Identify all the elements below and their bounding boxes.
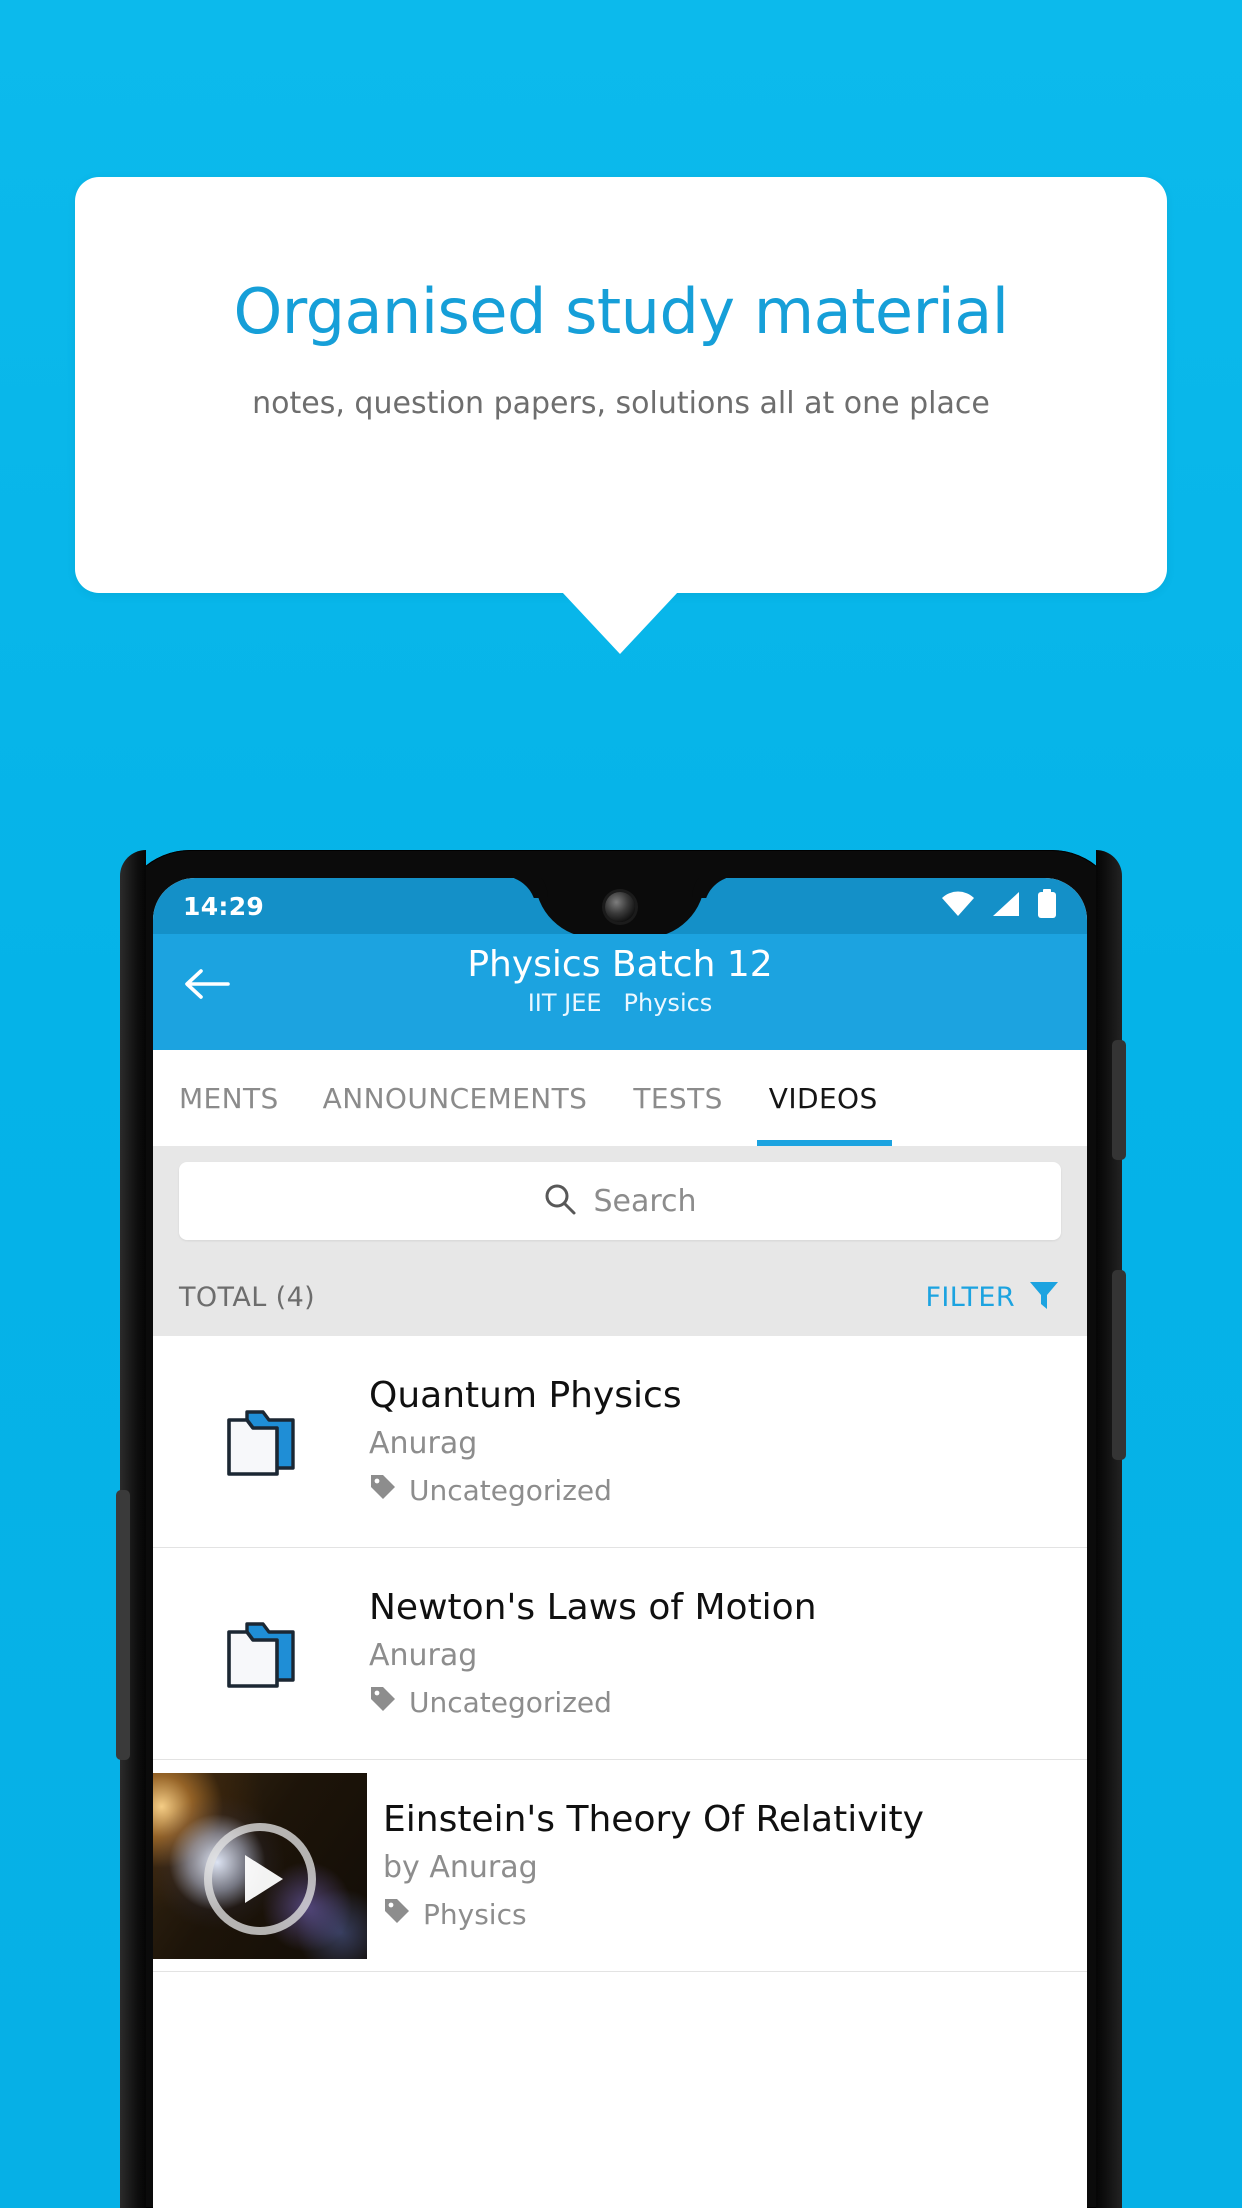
promo-title: Organised study material [233, 275, 1009, 348]
app-bar: Physics Batch 12 IIT JEE Physics [153, 934, 1087, 1050]
list-item-tag-label: Uncategorized [409, 1473, 612, 1507]
tag-icon [383, 1897, 411, 1932]
list-item-title: Newton's Laws of Motion [369, 1587, 817, 1629]
play-icon[interactable] [204, 1822, 316, 1935]
phone-notch [535, 878, 705, 938]
tab-tests[interactable]: TESTS [633, 1050, 722, 1146]
status-bar: 14:29 [153, 878, 1087, 938]
list-item-title: Quantum Physics [369, 1375, 682, 1417]
phone-screen: 14:29 Physics Batch 12 IIT JEE Physics M… [119, 850, 1121, 2208]
status-bar-icons [941, 889, 1057, 923]
list-item-text: Newton's Laws of Motion Anurag Uncategor… [369, 1581, 837, 1725]
filter-button[interactable]: FILTER [925, 1278, 1061, 1316]
page-title: Physics Batch 12 [467, 944, 773, 985]
tab-assignments[interactable]: MENTS [179, 1050, 279, 1146]
phone-mockup: 14:29 Physics Batch 12 IIT JEE Physics M… [116, 850, 1126, 2208]
search-icon [543, 1182, 577, 1220]
list-item-author: by Anurag [383, 1849, 538, 1885]
battery-icon [1037, 889, 1057, 923]
total-count-label: TOTAL (4) [179, 1281, 316, 1313]
search-placeholder: Search [593, 1183, 697, 1219]
tag-icon [369, 1685, 397, 1720]
tag-icon [369, 1473, 397, 1508]
promo-screenshot: Organised study material notes, question… [0, 0, 1242, 2208]
filter-funnel-icon [1027, 1278, 1061, 1316]
search-input[interactable]: Search [179, 1162, 1061, 1240]
folder-icon [153, 1400, 369, 1484]
list-item-title: Einstein's Theory Of Relativity [383, 1799, 924, 1841]
status-bar-clock: 14:29 [183, 891, 265, 921]
front-camera-icon [605, 892, 635, 922]
app-viewport: 14:29 Physics Batch 12 IIT JEE Physics M… [153, 878, 1087, 2208]
search-area: Search [153, 1146, 1087, 1258]
back-arrow-icon[interactable] [179, 956, 235, 1012]
filter-label: FILTER [925, 1281, 1015, 1313]
list-item-tag: Physics [383, 1897, 924, 1932]
video-thumbnail[interactable] [153, 1772, 367, 1959]
wifi-icon [941, 891, 975, 921]
signal-icon [991, 891, 1021, 921]
tab-announcements[interactable]: ANNOUNCEMENTS [323, 1050, 588, 1146]
list-item-tag-label: Uncategorized [409, 1685, 612, 1719]
list-item[interactable]: Einstein's Theory Of Relativity by Anura… [153, 1760, 1087, 1972]
list-item-author: Anurag [369, 1637, 478, 1673]
promo-subtitle: notes, question papers, solutions all at… [252, 386, 990, 421]
folder-icon [153, 1612, 369, 1696]
list-toolbar: TOTAL (4) FILTER [153, 1258, 1087, 1336]
app-bar-titles: Physics Batch 12 IIT JEE Physics [153, 934, 1087, 1017]
list-item-text: Quantum Physics Anurag Uncategorized [369, 1369, 702, 1513]
tab-bar: MENTS ANNOUNCEMENTS TESTS VIDEOS [153, 1050, 1087, 1146]
tab-videos[interactable]: VIDEOS [756, 1050, 892, 1146]
breadcrumb-exam: IIT JEE [527, 989, 602, 1018]
list-item[interactable]: Quantum Physics Anurag Uncategorized [153, 1336, 1087, 1548]
play-triangle [245, 1854, 283, 1903]
promo-card-tail [562, 592, 678, 654]
list-item-tag-label: Physics [423, 1897, 527, 1931]
promo-card: Organised study material notes, question… [75, 177, 1167, 593]
list-item[interactable]: Newton's Laws of Motion Anurag Uncategor… [153, 1548, 1087, 1760]
content-list: Quantum Physics Anurag Uncategorized New… [153, 1336, 1087, 1972]
breadcrumb: IIT JEE Physics [153, 989, 1087, 1017]
list-item-tag: Uncategorized [369, 1685, 817, 1720]
list-item-tag: Uncategorized [369, 1473, 682, 1508]
list-item-author: Anurag [369, 1425, 478, 1461]
list-item-text: Einstein's Theory Of Relativity by Anura… [367, 1793, 944, 1937]
breadcrumb-subject: Physics [623, 989, 713, 1018]
